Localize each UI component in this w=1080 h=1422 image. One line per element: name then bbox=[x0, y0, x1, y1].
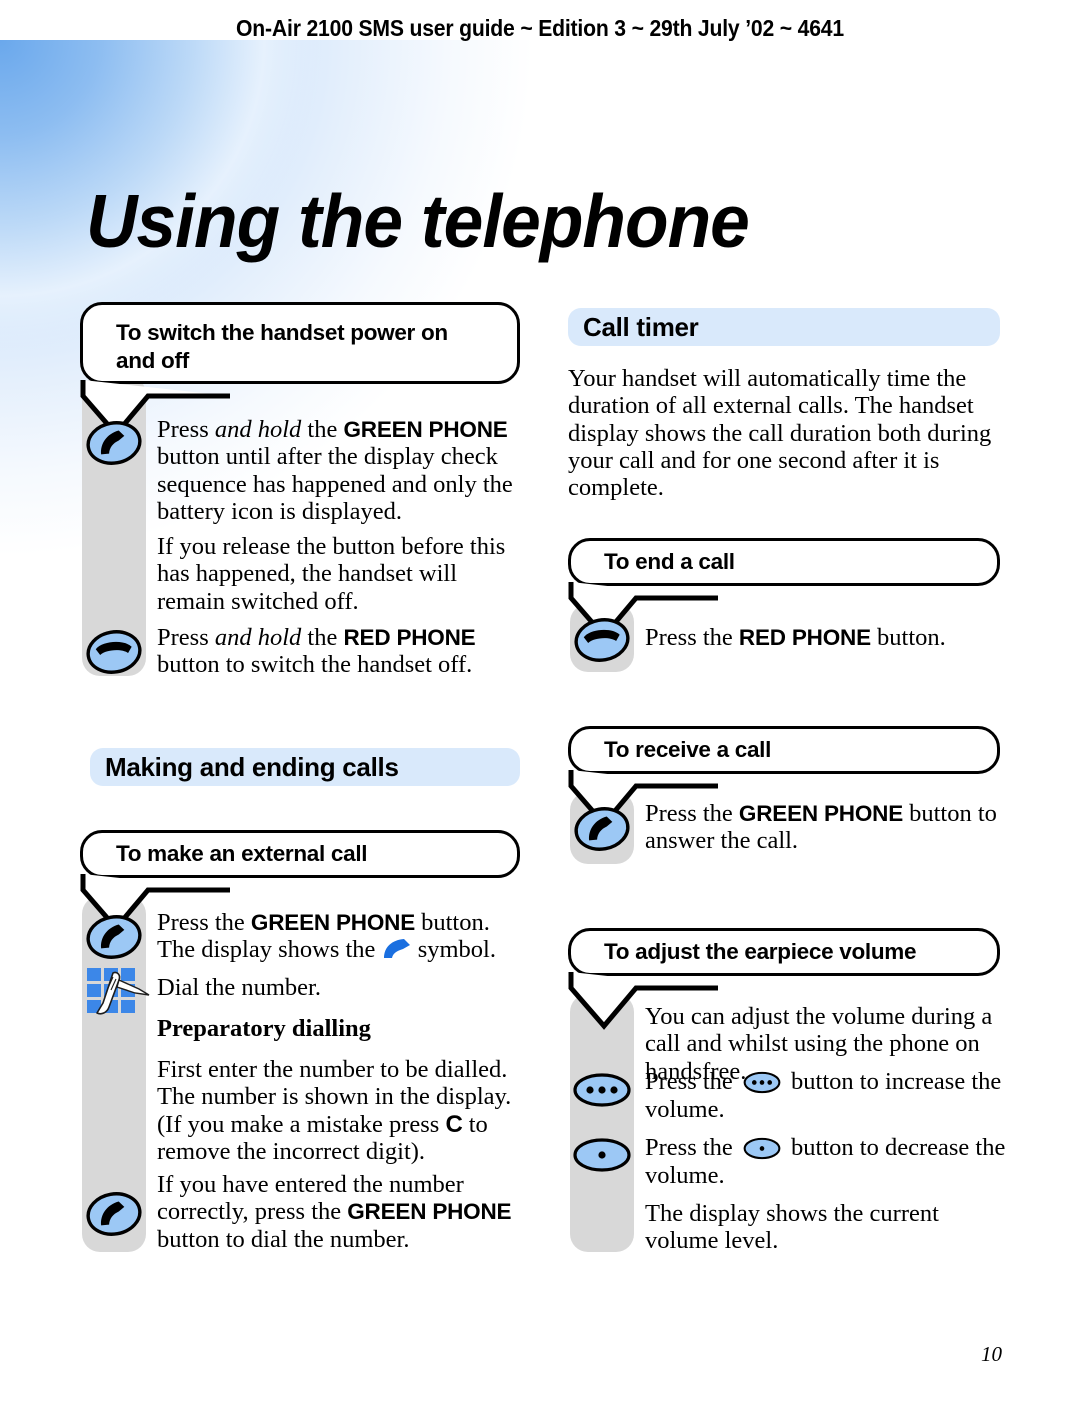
icon-strip-volume bbox=[570, 994, 634, 1252]
t: Press the bbox=[645, 1068, 739, 1095]
section-call-timer-label: Call timer bbox=[583, 311, 699, 342]
para-confirm-dial: If you have entered the number correctly… bbox=[157, 1171, 532, 1253]
callout-earpiece-volume-label: To adjust the earpiece volume bbox=[604, 939, 917, 964]
red-phone-icon bbox=[86, 630, 142, 674]
page-title: Using the telephone bbox=[86, 179, 750, 264]
para-volume-up: Press the button to increase the volume. bbox=[645, 1068, 1015, 1123]
para-end-call: Press the RED PHONE button. bbox=[645, 624, 1015, 651]
green-phone-icon bbox=[86, 421, 142, 465]
t: the bbox=[301, 416, 344, 443]
inline-green-phone-icon bbox=[383, 939, 410, 959]
t: Press the bbox=[645, 800, 739, 827]
t-italic: and hold bbox=[214, 416, 302, 443]
para-volume-down: Press the button to decrease the volume. bbox=[645, 1134, 1015, 1189]
para-release-button: If you release the button before this ha… bbox=[157, 533, 506, 615]
t: button. bbox=[870, 624, 946, 651]
t-bold: C bbox=[445, 1110, 463, 1138]
t-italic: and hold bbox=[214, 624, 302, 651]
para-power-on: Press and hold the GREEN PHONE button un… bbox=[157, 416, 522, 525]
callout-end-call-label: To end a call bbox=[604, 549, 735, 574]
para-receive-call: Press the GREEN PHONE button to answer t… bbox=[645, 800, 1010, 855]
t-bold: GREEN PHONE bbox=[343, 417, 508, 442]
t: Press bbox=[157, 624, 215, 651]
keypad-hand-icon bbox=[87, 968, 150, 1015]
t: button. bbox=[415, 909, 490, 936]
red-phone-icon bbox=[574, 618, 630, 662]
inline-volume-down-icon bbox=[743, 1137, 781, 1160]
callout-switch-power-line2: and off bbox=[116, 347, 189, 373]
t: The display shows the bbox=[157, 936, 382, 964]
t-bold: GREEN PHONE bbox=[738, 801, 903, 826]
t-bold: RED PHONE bbox=[738, 625, 871, 650]
para-make-external-call: Press the GREEN PHONE button. The displa… bbox=[157, 909, 532, 964]
para-call-timer: Your handset will automatically time the… bbox=[568, 365, 992, 502]
para-volume-level: The display shows the current volume lev… bbox=[645, 1200, 939, 1255]
callout-receive-call-label: To receive a call bbox=[604, 737, 772, 762]
subheading-preparatory-dialling: Preparatory dialling bbox=[157, 1015, 371, 1042]
t: Press the bbox=[645, 1134, 739, 1161]
green-phone-icon bbox=[86, 915, 142, 959]
t: button to switch the handset off. bbox=[157, 651, 473, 679]
section-call-timer: Call timer bbox=[568, 308, 1000, 346]
volume-up-icon bbox=[573, 1073, 631, 1107]
green-phone-icon bbox=[574, 807, 630, 851]
para-power-off: Press and hold the RED PHONE button to s… bbox=[157, 624, 527, 679]
green-phone-icon bbox=[86, 1192, 142, 1236]
t: button to dial the number. bbox=[157, 1225, 410, 1253]
para-preparatory-dialling: First enter the number to be dialled. Th… bbox=[157, 1056, 532, 1166]
running-head: On-Air 2100 SMS user guide ~ Edition 3 ~… bbox=[236, 15, 844, 41]
para-dial-number: Dial the number. bbox=[157, 974, 321, 1001]
page-number: 10 bbox=[981, 1342, 1002, 1366]
volume-down-icon bbox=[573, 1138, 631, 1172]
callout-switch-power-line1: To switch the handset power on bbox=[116, 320, 448, 345]
section-making-label: Making and ending calls bbox=[105, 751, 399, 782]
t-bold: GREEN PHONE bbox=[250, 910, 415, 935]
t: Press bbox=[157, 416, 215, 443]
t-bold: GREEN PHONE bbox=[347, 1199, 512, 1225]
callout-external-label: To make an external call bbox=[116, 841, 368, 866]
t: symbol. bbox=[411, 936, 496, 964]
inline-volume-up-icon bbox=[743, 1071, 781, 1094]
t: Press the bbox=[157, 909, 251, 936]
section-making-and-ending-calls: Making and ending calls bbox=[90, 748, 520, 786]
t: the bbox=[301, 624, 344, 651]
t: Press the bbox=[645, 624, 739, 651]
t-bold: RED PHONE bbox=[343, 625, 476, 650]
t: button until after the display check seq… bbox=[157, 443, 513, 525]
